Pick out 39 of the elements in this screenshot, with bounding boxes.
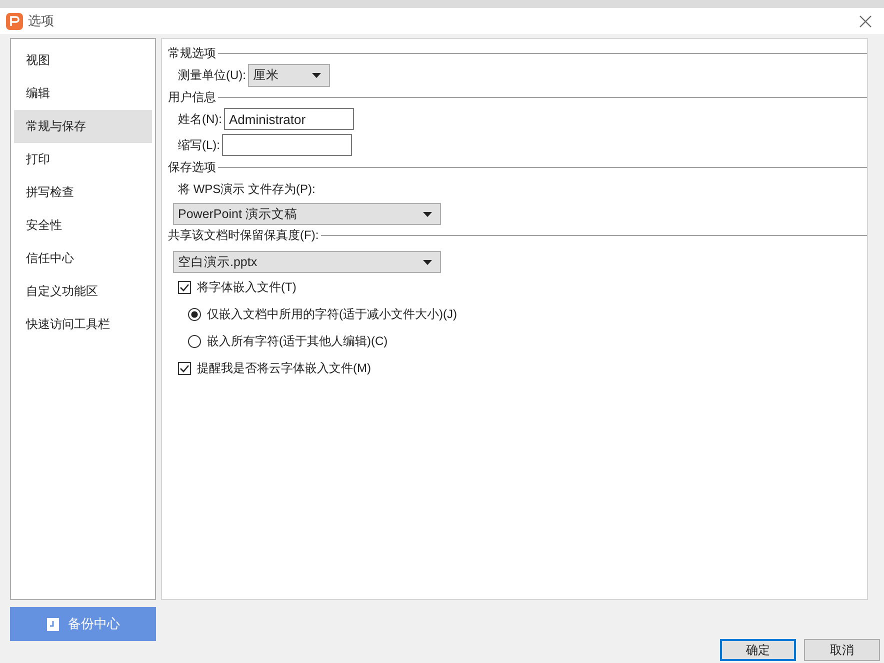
field-label: 姓名(N): [178, 110, 222, 128]
sidebar-item[interactable]: 常规与保存 [14, 110, 152, 143]
radio-label: 仅嵌入文档中所用的字符(适于减小文件大小)(J) [207, 306, 457, 323]
caret-icon [312, 72, 321, 78]
caret-icon [423, 212, 432, 216]
sidebar-item[interactable]: 快速访问工具栏 [14, 308, 152, 341]
unit-dropdown[interactable]: 厘米 [248, 64, 330, 86]
sidebar-item[interactable]: 打印 [14, 143, 152, 176]
checkbox-label: 提醒我是否将云字体嵌入文件(M) [197, 360, 371, 377]
checkbox[interactable] [178, 281, 191, 294]
name-field[interactable]: Administrator [224, 108, 354, 130]
sidebar-item[interactable]: 安全性 [14, 209, 152, 242]
sidebar-item[interactable]: 信任中心 [14, 242, 152, 275]
caret-icon [423, 260, 432, 264]
checkbox[interactable] [178, 362, 191, 375]
radio-label: 嵌入所有字符(适于其他人编辑)(C) [207, 333, 388, 350]
document-dropdown[interactable]: 空白演示.pptx [173, 251, 441, 273]
dialog-button[interactable]: 取消 [804, 639, 880, 661]
checkbox-label: 将字体嵌入文件(T) [197, 279, 296, 296]
window-title: 选项 [28, 12, 54, 30]
radio-button[interactable] [188, 308, 201, 321]
sidebar-item[interactable]: 自定义功能区 [14, 275, 152, 308]
initials-field[interactable] [222, 134, 352, 156]
field-label: 将 WPS演示 文件存为(P): [178, 180, 316, 198]
section-title: 常规选项 [168, 44, 216, 62]
field-label: 缩写(L): [178, 136, 220, 154]
sidebar-item[interactable]: 视图 [14, 44, 152, 77]
file-format-dropdown[interactable]: PowerPoint 演示文稿 [173, 203, 441, 225]
field-label: 测量单位(U): [178, 66, 246, 84]
sidebar-item[interactable]: 编辑 [14, 77, 152, 110]
section-title: 保存选项 [168, 158, 216, 176]
dialog-button[interactable]: 确定 [720, 639, 796, 661]
radio-button[interactable] [188, 335, 201, 348]
section-title: 用户信息 [168, 88, 216, 106]
backup-icon [46, 616, 60, 632]
app-logo-icon [6, 12, 23, 30]
section-title: 共享该文档时保留保真度(F): [168, 226, 319, 244]
sidebar-item[interactable]: 拼写检查 [14, 176, 152, 209]
close-icon[interactable] [859, 14, 872, 28]
